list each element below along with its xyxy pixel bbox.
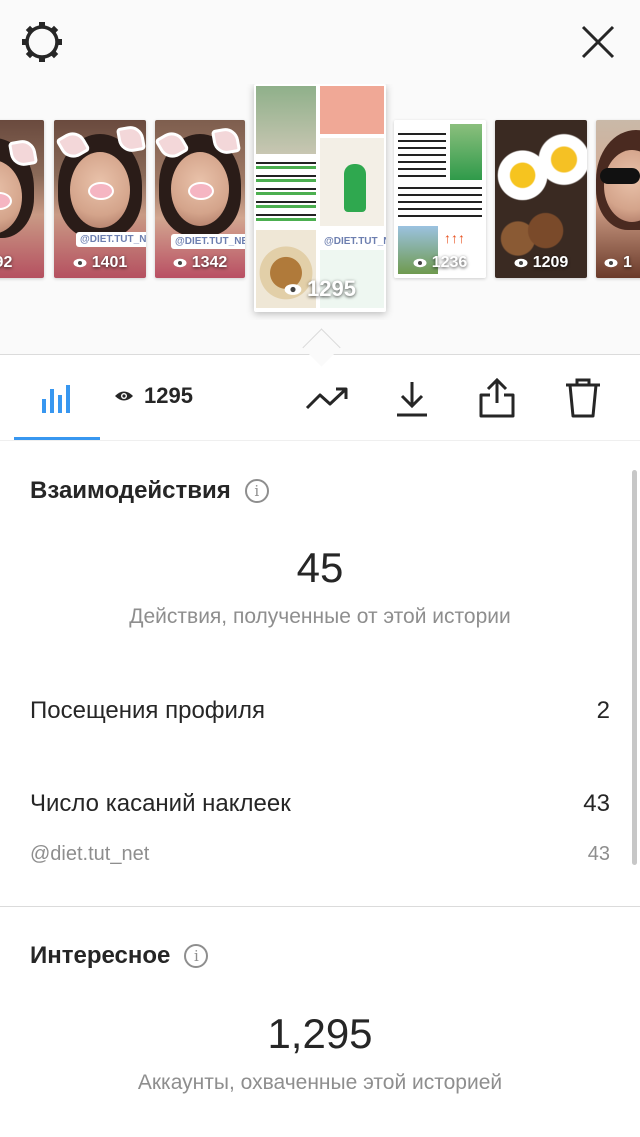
mention-sticker: @DIET.TUT_NET [76,232,146,247]
eye-icon [115,391,133,401]
promote-button[interactable] [300,377,354,421]
download-icon [397,382,427,417]
interactions-section-title: Взаимодействия i [30,477,269,505]
story-views: 1401 [54,254,146,272]
bar-chart-icon [42,385,70,413]
interactions-caption: Действия, полученные от этой истории [129,605,511,628]
eye-icon [604,258,618,268]
story-thumbnail-selected[interactable]: @DIET.TUT_NET 1295 [254,84,386,312]
discovery-section-title: Интересное i [30,942,209,970]
story-thumbnail[interactable]: @DIET.TUT_NET 1342 [155,120,245,278]
eye-icon [514,258,528,268]
story-thumbnail[interactable]: ↑↑↑ 1236 [394,120,486,278]
download-button[interactable] [388,375,436,423]
stories-strip[interactable]: 492 @DIET.TUT_NET 1401 @DIET.TUT_NET 134… [0,84,640,320]
trending-icon [305,387,348,410]
close-icon [581,25,615,59]
views-count: 1295 [144,383,193,408]
story-thumbnail[interactable]: @DIET.TUT_NET 1401 [54,120,146,278]
story-views: 1342 [155,254,245,272]
close-button[interactable] [574,18,622,66]
story-views: 492 [0,254,13,271]
active-tab-indicator [14,437,100,440]
info-icon[interactable]: i [244,479,269,503]
interactions-total: 45 [296,544,344,591]
eye-icon [284,283,302,295]
insights-tab[interactable] [32,373,80,421]
scrollbar[interactable] [632,470,637,865]
views-tab[interactable]: 1295 [114,383,193,409]
eye-icon [73,258,87,268]
delete-button[interactable] [558,373,608,423]
story-thumbnail[interactable]: 1209 [495,120,587,278]
sticker-mention-value: 43 [587,843,610,865]
story-views: 1209 [495,254,587,272]
sticker-mention-label: @diet.tut_net [30,843,150,865]
profile-visits-value: 2 [596,697,610,724]
eye-icon [413,258,427,268]
eye-icon [173,258,187,268]
story-views: 1295 [254,276,386,302]
story-views: 1 [596,254,640,272]
story-thumbnail[interactable]: 1 [596,120,640,278]
discovery-total: 1,295 [267,1010,373,1057]
profile-visits-label: Посещения профиля [30,697,265,724]
action-bar [0,355,640,441]
section-divider [0,906,640,907]
mention-sticker: @DIET.TUT_NET [171,234,245,249]
story-views: 1236 [394,254,486,272]
discovery-caption: Аккаунты, охваченные этой историей [137,1071,503,1094]
interactions-title-text: Взаимодействия [30,477,231,504]
sticker-taps-value: 43 [583,790,610,817]
settings-gear-button[interactable] [18,18,66,66]
trash-icon [566,378,600,418]
share-button[interactable] [472,373,522,423]
story-thumbnail[interactable]: 492 [0,120,44,278]
info-icon[interactable]: i [184,944,209,968]
gear-icon [22,22,62,62]
discovery-title-text: Интересное [30,942,171,969]
mention-sticker: @DIET.TUT_NET [320,234,386,249]
sticker-taps-label: Число касаний наклеек [30,790,291,817]
share-icon [479,377,515,418]
